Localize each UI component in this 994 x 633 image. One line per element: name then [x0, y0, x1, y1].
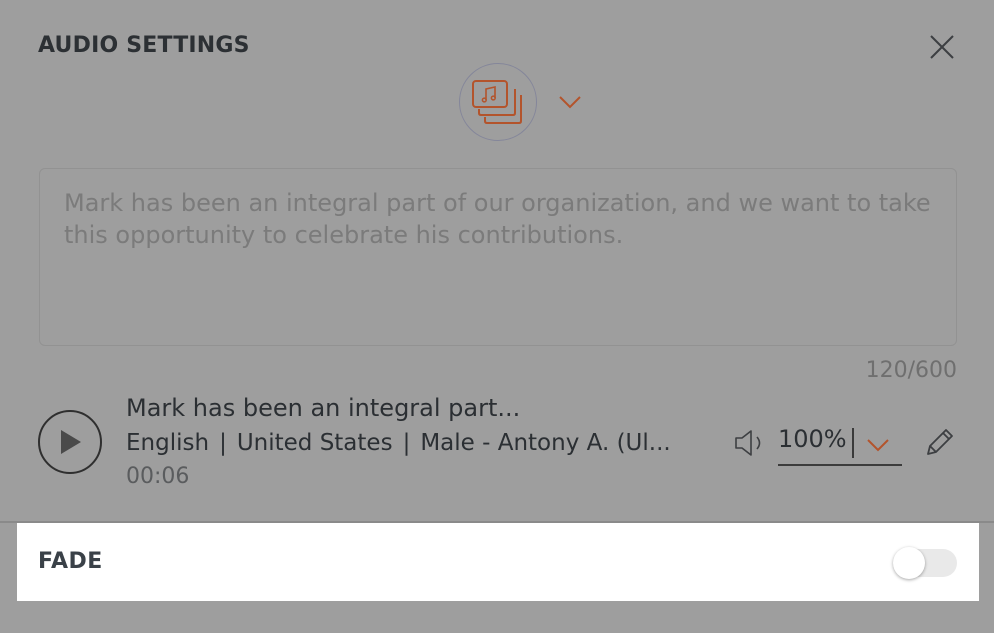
- clip-duration: 00:06: [126, 464, 190, 489]
- clip-title: Mark has been an integral part...: [126, 394, 521, 422]
- fade-setting-row: FADE: [17, 523, 979, 601]
- volume-dropdown-chevron[interactable]: [866, 436, 890, 454]
- play-icon: [61, 430, 81, 454]
- chevron-down-icon: [559, 96, 581, 109]
- edit-button[interactable]: [922, 426, 956, 460]
- script-text-area[interactable]: Mark has been an integral part of our or…: [39, 168, 957, 346]
- voice-selector-button[interactable]: [459, 63, 537, 141]
- clip-region: United States: [236, 430, 393, 456]
- voice-dropdown-chevron[interactable]: [557, 92, 583, 112]
- volume-underline: [778, 464, 902, 466]
- speaker-icon: [735, 430, 761, 456]
- meta-separator: |: [219, 430, 227, 456]
- pencil-icon: [927, 429, 953, 455]
- volume-button[interactable]: [733, 427, 767, 459]
- play-button[interactable]: [38, 410, 102, 474]
- meta-separator: |: [402, 430, 411, 456]
- clip-voice: Male - Antony A. (Ul...: [420, 430, 671, 456]
- clip-language: English: [126, 430, 210, 456]
- character-counter: 120/600: [865, 358, 957, 383]
- fade-label: FADE: [38, 549, 103, 574]
- close-icon: [930, 35, 954, 59]
- volume-value[interactable]: 100%: [778, 425, 847, 453]
- clip-meta: English | United States | Male - Antony A. (…: [126, 430, 671, 456]
- music-stack-icon: [472, 80, 522, 124]
- chevron-down-icon: [867, 439, 889, 452]
- close-button[interactable]: [927, 32, 957, 62]
- fade-toggle[interactable]: [893, 547, 957, 579]
- volume-divider: [852, 428, 854, 458]
- dialog-title: AUDIO SETTINGS: [38, 33, 250, 58]
- audio-settings-dialog: AUDIO SETTINGS Mark has been an integral…: [0, 0, 994, 633]
- toggle-knob: [893, 547, 925, 579]
